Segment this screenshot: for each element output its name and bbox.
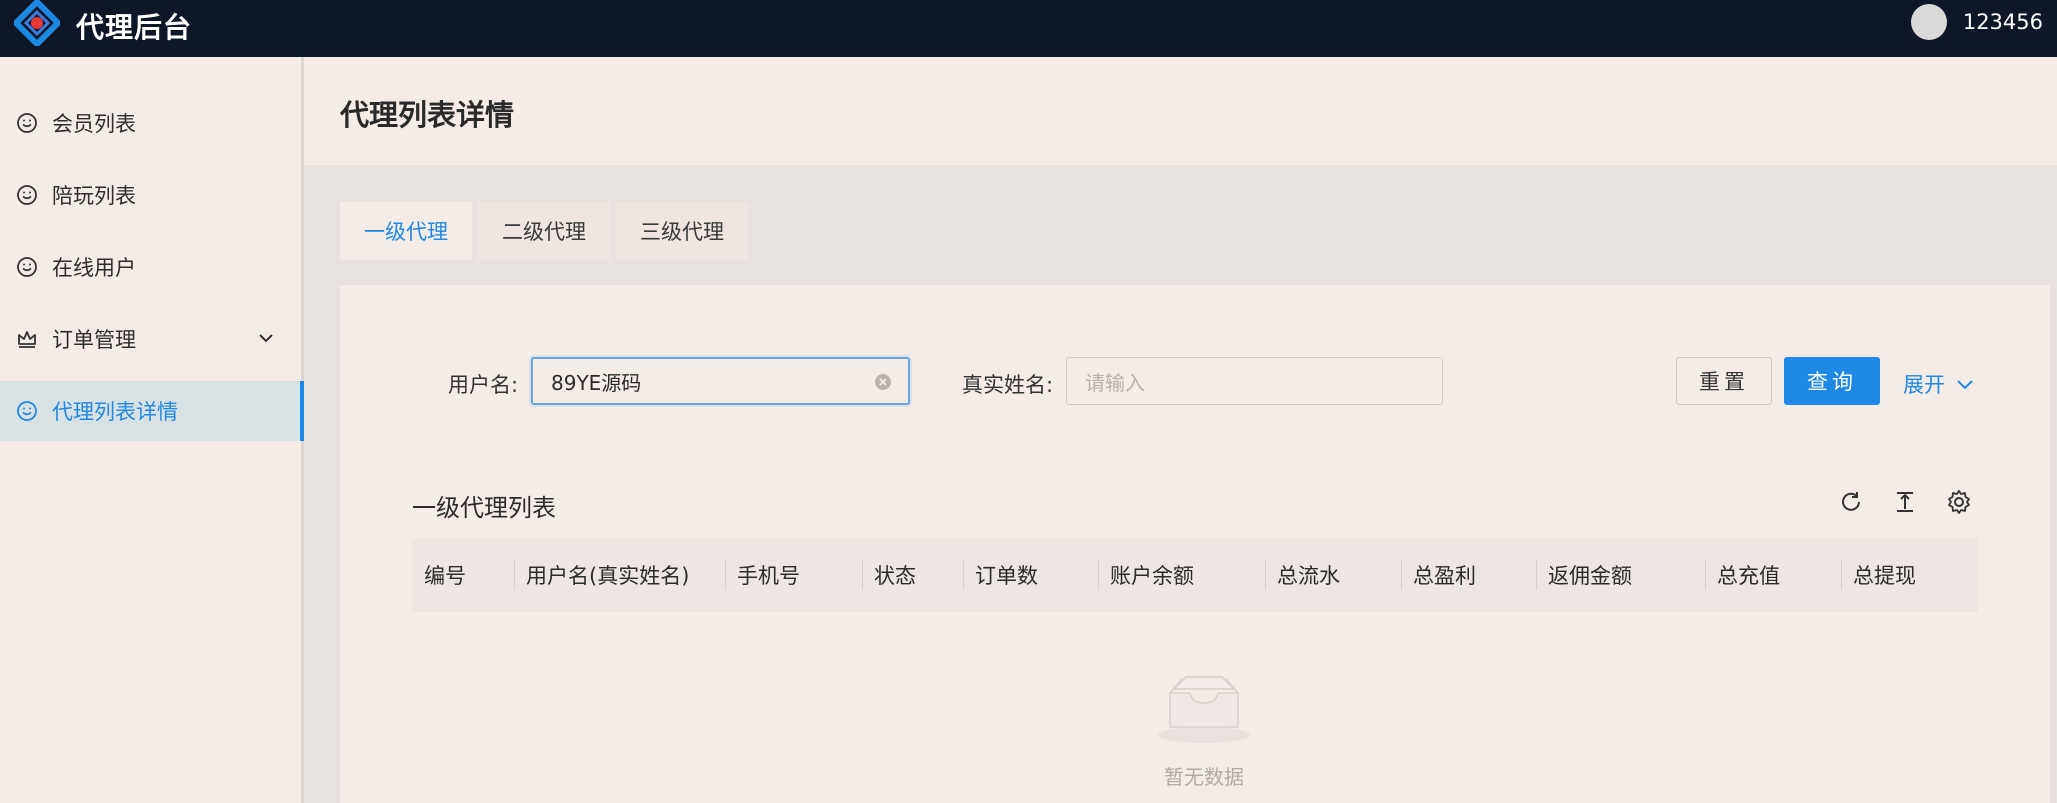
- tab-level-3[interactable]: 三级代理: [616, 202, 748, 260]
- chevron-down-icon: [1957, 380, 1973, 390]
- column-header-status[interactable]: 状态: [874, 538, 916, 612]
- column-header-id[interactable]: 编号: [424, 538, 466, 612]
- column-divider: [1841, 560, 1842, 590]
- sidebar-item-agent-list-details[interactable]: 代理列表详情: [0, 381, 304, 441]
- table-title: 一级代理列表: [412, 494, 556, 522]
- sidebar-item-label: 订单管理: [52, 328, 136, 352]
- sidebar-item-label: 在线用户: [52, 256, 136, 280]
- column-header-username[interactable]: 用户名(真实姓名): [526, 538, 689, 612]
- smile-icon: [16, 112, 38, 134]
- sidebar-item-order-management[interactable]: 订单管理: [0, 309, 301, 369]
- sidebar-item-online-users[interactable]: 在线用户: [0, 237, 301, 297]
- column-divider: [1705, 560, 1706, 590]
- empty-state-wrapper: 暂无数据: [1064, 285, 1344, 803]
- crown-icon: [16, 328, 38, 350]
- username[interactable]: 123456: [1963, 10, 2043, 34]
- column-header-order-count[interactable]: 订单数: [975, 538, 1038, 612]
- setting-icon[interactable]: [1946, 489, 1972, 515]
- sidebar-item-companion-list[interactable]: 陪玩列表: [0, 165, 301, 225]
- page-header: 代理列表详情: [304, 57, 2057, 165]
- username-input-value: 89YE源码: [551, 370, 642, 395]
- diamond-logo-icon[interactable]: [14, 0, 60, 46]
- sidebar-item-member-list[interactable]: 会员列表: [0, 93, 301, 153]
- app-brand-title: 代理后台: [76, 11, 193, 44]
- clear-icon[interactable]: [874, 373, 892, 391]
- realname-label: 真实姓名:: [962, 373, 1054, 397]
- column-header-total-profit[interactable]: 总盈利: [1413, 538, 1476, 612]
- chevron-down-icon[interactable]: [257, 329, 275, 347]
- column-divider: [1401, 560, 1402, 590]
- column-header-total-recharge[interactable]: 总充值: [1717, 538, 1780, 612]
- column-header-phone[interactable]: 手机号: [737, 538, 800, 612]
- smile-icon: [16, 256, 38, 278]
- column-divider: [1536, 560, 1537, 590]
- column-divider: [725, 560, 726, 590]
- sidebar-nav: 会员列表 陪玩列表 在线用户 订单管理 代理列表详情: [0, 57, 304, 803]
- avatar[interactable]: [1910, 4, 1947, 40]
- column-height-icon[interactable]: [1892, 489, 1918, 515]
- page-title: 代理列表详情: [340, 98, 515, 132]
- reload-icon[interactable]: [1838, 489, 1864, 515]
- sidebar-item-label: 会员列表: [52, 112, 136, 136]
- tab-level-1[interactable]: 一级代理: [340, 202, 472, 260]
- column-header-commission[interactable]: 返佣金额: [1548, 538, 1632, 612]
- column-divider: [963, 560, 964, 590]
- agent-level-tabs: 一级代理 二级代理 三级代理: [340, 202, 748, 260]
- sidebar-item-label: 代理列表详情: [52, 400, 178, 424]
- expand-label: 展开: [1903, 373, 1945, 397]
- smile-icon: [16, 400, 38, 422]
- content-card: 用户名: 89YE源码 真实姓名: 请输入 重置 查询 展开 一级代理列表 编号…: [340, 285, 2050, 803]
- tab-level-2[interactable]: 二级代理: [478, 202, 610, 260]
- reset-button[interactable]: 重置: [1676, 357, 1772, 405]
- column-divider: [862, 560, 863, 590]
- expand-toggle[interactable]: 展开: [1903, 369, 1975, 399]
- username-label: 用户名:: [448, 373, 519, 397]
- sidebar-item-label: 陪玩列表: [52, 184, 136, 208]
- username-input[interactable]: 89YE源码: [531, 357, 910, 405]
- empty-text: 暂无数据: [1164, 765, 1244, 789]
- smile-icon: [16, 184, 38, 206]
- search-button[interactable]: 查询: [1784, 357, 1880, 405]
- column-header-total-withdraw[interactable]: 总提现: [1853, 538, 1916, 612]
- column-divider: [514, 560, 515, 590]
- top-header: 代理后台 123456: [0, 0, 2057, 57]
- user-menu[interactable]: 123456: [1910, 0, 2043, 44]
